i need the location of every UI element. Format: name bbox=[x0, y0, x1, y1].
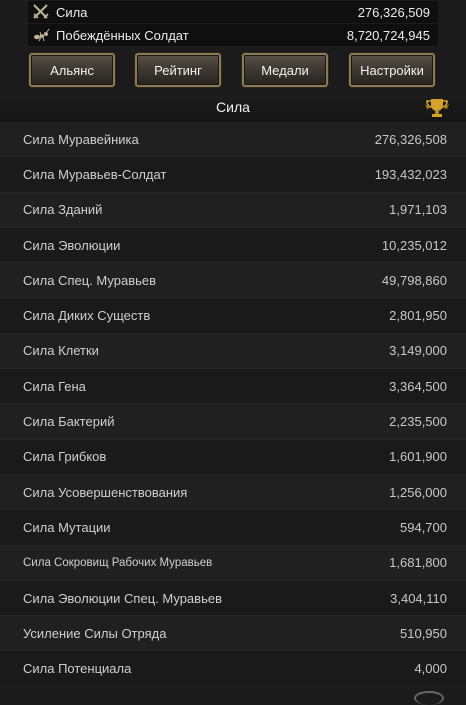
row-label: Сила Бактерий bbox=[23, 414, 115, 430]
list-item: Сила Диких Существ 2,801,950 bbox=[0, 298, 466, 334]
stat-power-row: Сила 276,326,509 bbox=[28, 1, 438, 23]
row-label: Сила Усовершенствования bbox=[23, 484, 188, 500]
row-label: Сила Муравьев-Солдат bbox=[23, 166, 167, 182]
list-item: Сила Грибков 1,601,900 bbox=[0, 439, 466, 475]
list-item: Сила Эволюции Спец. Муравьев 3,404,110 bbox=[0, 580, 466, 617]
list-item: Усиление Силы Отряда 510,950 bbox=[0, 616, 466, 652]
row-label: Сила Спец. Муравьев bbox=[23, 272, 157, 288]
row-value: 594,700 bbox=[400, 519, 447, 535]
row-value: 3,149,000 bbox=[389, 343, 447, 359]
list-item: Сила Муравейника 276,326,508 bbox=[0, 122, 466, 158]
stat-defeated-value: 8,720,724,945 bbox=[346, 27, 430, 43]
row-label: Сила Диких Существ bbox=[23, 308, 151, 324]
row-value: 1,256,000 bbox=[389, 484, 447, 500]
section-title: Сила bbox=[216, 99, 250, 115]
row-value: 193,432,023 bbox=[374, 166, 447, 182]
tab-medals[interactable]: Медали bbox=[242, 53, 328, 87]
stat-power-value: 276,326,509 bbox=[357, 4, 430, 20]
trophy-icon[interactable] bbox=[424, 96, 450, 120]
tab-bar: Альянс Рейтинг Медали Настройки bbox=[0, 53, 466, 89]
tab-alliance[interactable]: Альянс bbox=[29, 53, 115, 87]
row-label: Сила Клетки bbox=[23, 343, 99, 359]
tab-settings[interactable]: Настройки bbox=[349, 53, 435, 87]
row-value: 1,971,103 bbox=[389, 202, 447, 218]
row-label: Сила Эволюции Спец. Муравьев bbox=[23, 590, 222, 606]
row-value: 10,235,012 bbox=[381, 237, 447, 253]
stat-defeated-row: Побеждённых Солдат 8,720,724,945 bbox=[28, 24, 438, 46]
list-item: Сила Гена 3,364,500 bbox=[0, 369, 466, 405]
row-value: 1,681,800 bbox=[389, 555, 447, 571]
row-value: 3,404,110 bbox=[390, 590, 447, 606]
row-label: Сила Потенциала bbox=[23, 661, 132, 677]
list-item: Сила Сокровищ Рабочих Муравьев 1,681,800 bbox=[0, 545, 466, 581]
list-item: Сила Зданий 1,971,103 bbox=[0, 192, 466, 228]
row-value: 49,798,860 bbox=[381, 272, 447, 288]
list-item: Сила Мутации 594,700 bbox=[0, 510, 466, 546]
row-value: 4,000 bbox=[414, 661, 447, 677]
list-item: Сила Муравьев-Солдат 193,432,023 bbox=[0, 157, 466, 193]
tab-ranking[interactable]: Рейтинг bbox=[135, 53, 221, 87]
list-item: Сила Усовершенствования 1,256,000 bbox=[0, 474, 466, 511]
list-item: Сила Эволюции 10,235,012 bbox=[0, 227, 466, 264]
row-label: Сила Гена bbox=[23, 378, 86, 394]
row-value: 1,601,900 bbox=[389, 449, 447, 465]
row-label: Сила Эволюции bbox=[23, 237, 121, 253]
row-value: 276,326,508 bbox=[374, 131, 447, 147]
row-value: 2,801,950 bbox=[389, 308, 447, 324]
row-label: Сила Сокровищ Рабочих Муравьев bbox=[23, 556, 213, 569]
crossed-swords-icon bbox=[30, 1, 52, 23]
power-breakdown-list: Сила Муравейника 276,326,508 Сила Муравье… bbox=[0, 122, 466, 687]
row-label: Сила Мутации bbox=[23, 519, 111, 535]
scroll-indicator-icon bbox=[414, 691, 444, 705]
stat-power-label: Сила bbox=[56, 4, 88, 20]
stat-defeated-label: Побеждённых Солдат bbox=[56, 27, 189, 43]
row-value: 3,364,500 bbox=[389, 378, 447, 394]
list-item: Сила Спец. Муравьев 49,798,860 bbox=[0, 263, 466, 299]
row-label: Сила Муравейника bbox=[23, 131, 139, 147]
row-label: Сила Зданий bbox=[23, 202, 103, 218]
section-header: Сила bbox=[0, 93, 466, 124]
row-value: 2,235,500 bbox=[389, 414, 447, 430]
list-item: Сила Потенциала 4,000 bbox=[0, 651, 466, 687]
ant-soldier-icon bbox=[30, 24, 52, 46]
list-item: Сила Клетки 3,149,000 bbox=[0, 333, 466, 370]
row-label: Сила Грибков bbox=[23, 449, 107, 465]
row-label: Усиление Силы Отряда bbox=[23, 625, 167, 641]
list-item: Сила Бактерий 2,235,500 bbox=[0, 404, 466, 440]
row-value: 510,950 bbox=[400, 625, 447, 641]
